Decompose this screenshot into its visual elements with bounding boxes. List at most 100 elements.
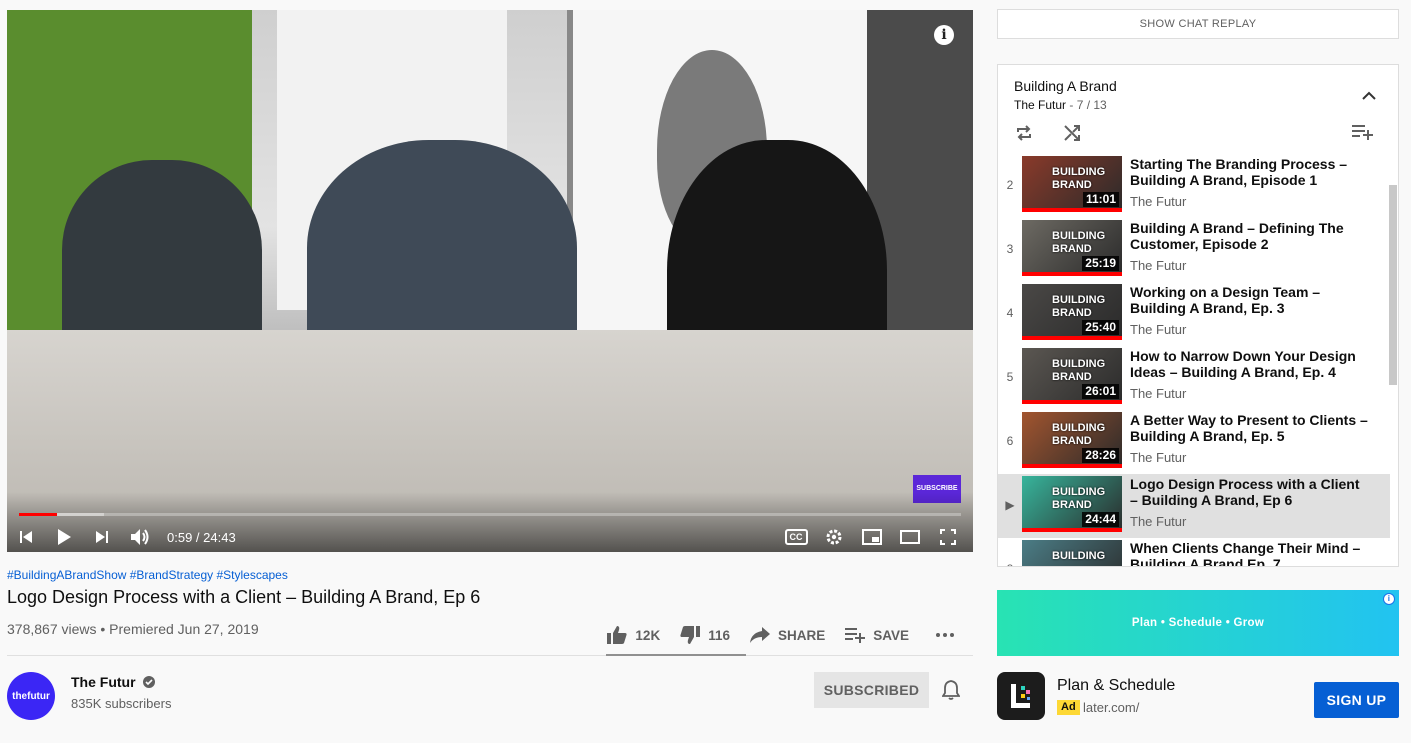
chevron-up-icon[interactable] <box>1362 87 1376 105</box>
loop-icon[interactable] <box>1014 123 1034 148</box>
video-frame <box>7 10 973 552</box>
dislike-button[interactable]: 116 <box>680 626 730 644</box>
duration-badge: 25:19 <box>1082 256 1119 271</box>
duration-badge: 26:01 <box>1082 384 1119 399</box>
save-playlist-icon[interactable] <box>1352 123 1374 146</box>
like-button[interactable]: 12K <box>607 626 660 644</box>
player-controls: 0:59 / 24:43 CC <box>7 522 973 552</box>
shuffle-icon[interactable] <box>1062 123 1082 148</box>
save-button[interactable]: SAVE <box>845 627 909 643</box>
captions-button[interactable]: CC <box>777 522 815 552</box>
ad-url[interactable]: later.com/ <box>1083 700 1139 715</box>
hashtags[interactable]: #BuildingABrandShow #BrandStrategy #Styl… <box>7 568 973 582</box>
playlist-panel: Building A Brand The Futur - 7 / 13 2 BUI… <box>997 64 1399 567</box>
playlist-item-index: 2 <box>1006 178 1014 192</box>
ad-title[interactable]: Plan & Schedule <box>1057 677 1175 695</box>
channel-name[interactable]: The Futur <box>71 674 156 690</box>
video-meta-row: 378,867 views • Premiered Jun 27, 2019 1… <box>7 614 973 656</box>
thumbnail-text: BUILDING BRAND <box>1052 422 1106 447</box>
play-icon[interactable] <box>45 522 83 552</box>
playlist-item-thumbnail[interactable]: BUILDING BRAND 25:40 <box>1022 284 1122 340</box>
playlist-add-icon <box>845 628 866 643</box>
playlist-item-title[interactable]: Starting The Branding Process – Building… <box>1130 156 1370 188</box>
playlist-item-title[interactable]: A Better Way to Present to Clients – Bui… <box>1130 412 1370 444</box>
subscribed-button[interactable]: SUBSCRIBED <box>814 672 929 708</box>
playlist-item-thumbnail[interactable]: BUILDING BRAND 24:44 <box>1022 476 1122 532</box>
thumbs-up-icon <box>607 626 628 644</box>
video-info: #BuildingABrandShow #BrandStrategy #Styl… <box>7 568 973 742</box>
show-chat-replay-button[interactable]: SHOW CHAT REPLAY <box>997 9 1399 39</box>
playlist-items: 2 BUILDING BRAND 11:01 Starting The Brandin… <box>998 154 1390 566</box>
like-count: 12K <box>635 627 661 643</box>
share-button[interactable]: SHARE <box>749 627 825 643</box>
volume-icon[interactable] <box>121 522 159 552</box>
next-icon[interactable] <box>83 522 121 552</box>
miniplayer-icon[interactable] <box>853 522 891 552</box>
playlist-item-title[interactable]: Building A Brand – Defining The Customer… <box>1130 220 1370 252</box>
thumbnail-text: BUILDING BRAND <box>1052 230 1106 255</box>
playlist-item-index: 5 <box>1006 370 1014 384</box>
thumbnail-text: BUILDING BRAND <box>1052 294 1106 319</box>
watched-progress <box>1022 464 1122 468</box>
playlist-item-index: 6 <box>1006 434 1014 448</box>
view-count: 378,867 views • Premiered Jun 27, 2019 <box>7 621 259 637</box>
sign-up-button[interactable]: SIGN UP <box>1314 682 1399 718</box>
video-title: Logo Design Process with a Client – Buil… <box>7 587 481 607</box>
fullscreen-icon[interactable] <box>929 522 967 552</box>
playlist-item-title[interactable]: How to Narrow Down Your Design Ideas – B… <box>1130 348 1370 380</box>
playlist-item-title[interactable]: When Clients Change Their Mind – Buildin… <box>1130 540 1370 566</box>
more-actions-icon[interactable] <box>935 632 963 638</box>
thumbnail-text: BUILDING BRAND <box>1052 358 1106 383</box>
playlist-item-thumbnail[interactable]: BUILDING BRAND 26:01 <box>1022 348 1122 404</box>
playlist-item-channel: The Futur <box>1130 258 1187 273</box>
playlist-item[interactable]: 4 BUILDING BRAND 25:40 Working on a Design … <box>998 282 1390 346</box>
playlist-item[interactable]: 2 BUILDING BRAND 11:01 Starting The Brandin… <box>998 154 1390 218</box>
settings-icon[interactable] <box>815 522 853 552</box>
playlist-item-thumbnail[interactable]: BUILDING <box>1022 540 1122 566</box>
playlist-item[interactable]: 5 BUILDING BRAND 26:01 How to Narrow Down Y… <box>998 346 1390 410</box>
playlist-subtitle: The Futur - 7 / 13 <box>1014 98 1107 112</box>
playlist-item-channel: The Futur <box>1130 386 1187 401</box>
playlist-title[interactable]: Building A Brand <box>1014 78 1117 94</box>
duration-badge: 11:01 <box>1082 192 1119 207</box>
info-icon[interactable]: i <box>934 25 954 45</box>
playlist-item[interactable]: 3 BUILDING BRAND 25:19 Building A Brand – D… <box>998 218 1390 282</box>
watched-progress <box>1022 208 1122 212</box>
thumbnail-text: BUILDING BRAND <box>1052 486 1106 511</box>
playlist-item[interactable]: 6 BUILDING BRAND 28:26 A Better Way to Pres… <box>998 410 1390 474</box>
channel-row: thefutur The Futur 835K subscribers SUBS… <box>7 672 973 742</box>
channel-avatar[interactable]: thefutur <box>7 672 55 720</box>
time-display: 0:59 / 24:43 <box>167 529 236 545</box>
subscriber-count: 835K subscribers <box>71 696 172 711</box>
ad-info-icon[interactable]: i <box>1383 593 1395 605</box>
notification-bell-icon[interactable] <box>941 680 961 705</box>
ad-banner[interactable]: Plan • Schedule • Grow i <box>997 590 1399 656</box>
playlist-item-title[interactable]: Logo Design Process with a Client – Buil… <box>1130 476 1370 508</box>
playlist-item-index: 4 <box>1006 306 1014 320</box>
previous-icon[interactable] <box>7 522 45 552</box>
video-player[interactable]: i SUBSCRIBE 0:59 / 24:43 CC <box>7 10 973 552</box>
duration-badge: 28:26 <box>1082 448 1119 463</box>
watched-progress <box>1022 400 1122 404</box>
youtube-watch-page: i SUBSCRIBE 0:59 / 24:43 CC #BuildingABr… <box>0 0 1411 743</box>
share-icon <box>749 627 770 643</box>
playlist-item-thumbnail[interactable]: BUILDING BRAND 11:01 <box>1022 156 1122 212</box>
playlist-item[interactable]: ▶ BUILDING BRAND 24:44 Logo Design Process … <box>998 474 1390 538</box>
ad-logo[interactable] <box>997 672 1045 720</box>
duration-badge: 25:40 <box>1082 320 1119 335</box>
progress-bar[interactable] <box>19 513 961 516</box>
playlist-scrollbar[interactable] <box>1389 185 1397 385</box>
playlist-item-channel: The Futur <box>1130 194 1187 209</box>
playlist-item[interactable]: 8 BUILDING When Clients Change Their Mind … <box>998 538 1390 566</box>
duration-badge: 24:44 <box>1082 512 1119 527</box>
like-ratio-bar <box>606 654 746 656</box>
playlist-item-title[interactable]: Working on a Design Team – Building A Br… <box>1130 284 1370 316</box>
watched-progress <box>1022 528 1122 532</box>
playlist-item-thumbnail[interactable]: BUILDING BRAND 28:26 <box>1022 412 1122 468</box>
watched-progress <box>1022 272 1122 276</box>
verified-icon <box>142 676 155 688</box>
cc-icon: CC <box>784 529 808 545</box>
theater-mode-icon[interactable] <box>891 522 929 552</box>
playlist-item-thumbnail[interactable]: BUILDING BRAND 25:19 <box>1022 220 1122 276</box>
playlist-item-index: 3 <box>1006 242 1014 256</box>
